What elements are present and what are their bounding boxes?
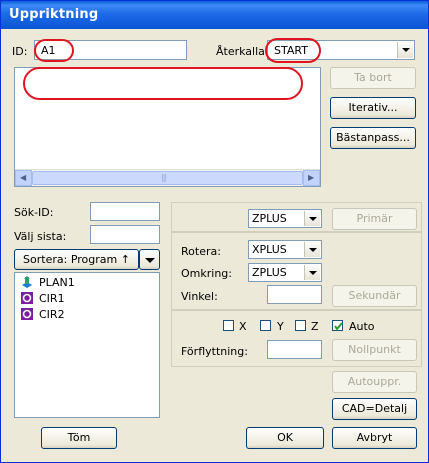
z-checkbox[interactable] <box>295 320 306 331</box>
z-label: Z <box>311 320 319 333</box>
feature-name: CIR2 <box>39 308 65 321</box>
feature-name: PLAN1 <box>39 276 75 289</box>
search-id-input[interactable] <box>90 202 160 221</box>
chevron-down-icon <box>145 258 155 263</box>
chevron-down-icon[interactable] <box>304 211 320 226</box>
alignment-dialog: Uppriktning ID: A1 Återkalla: START ◀ ||… <box>0 0 429 463</box>
chevron-right-icon: ▶ <box>308 173 315 182</box>
chevron-left-icon: ◀ <box>20 173 27 182</box>
scroll-left-button[interactable]: ◀ <box>15 170 32 186</box>
angle-label: Vinkel: <box>181 290 218 303</box>
annotation-circle-recall <box>265 38 321 63</box>
scroll-thumb[interactable]: ||| <box>32 171 303 185</box>
auto-checkbox[interactable] <box>332 320 343 331</box>
y-checkbox[interactable] <box>260 320 271 331</box>
bestfit-button[interactable]: Bästanpass... <box>330 127 416 149</box>
sort-button[interactable]: Sortera: Program ↑ <box>14 249 139 270</box>
level-axis-select[interactable]: ZPLUS <box>248 209 322 228</box>
chevron-down-icon[interactable] <box>397 42 413 58</box>
move-label: Förflyttning: <box>181 345 248 358</box>
cad-detail-button[interactable]: CAD=Detalj <box>332 398 417 420</box>
rotate-value: XPLUS <box>252 243 287 256</box>
select-last-input[interactable] <box>90 225 160 244</box>
horizontal-scrollbar[interactable]: ◀ ||| ▶ <box>15 169 320 186</box>
title-bar[interactable]: Uppriktning <box>1 1 428 29</box>
grip-icon: ||| <box>161 173 167 182</box>
annotation-circle-text <box>23 67 303 100</box>
window-title: Uppriktning <box>9 7 99 22</box>
secondary-button[interactable]: Sekundär <box>332 285 417 307</box>
feature-name: CIR1 <box>39 292 65 305</box>
rotate-select[interactable]: XPLUS <box>248 240 322 259</box>
cancel-button[interactable]: Avbryt <box>332 427 417 449</box>
auto-align-button[interactable]: Autouppr. <box>332 371 417 393</box>
checkmark-icon <box>334 322 343 331</box>
move-input[interactable] <box>267 340 322 359</box>
chevron-down-icon[interactable] <box>304 242 320 257</box>
auto-label: Auto <box>349 320 375 333</box>
chevron-down-icon[interactable] <box>304 265 320 280</box>
iterative-button[interactable]: Iterativ... <box>330 97 416 119</box>
around-label: Omkring: <box>181 267 232 280</box>
zero-point-button[interactable]: Nollpunkt <box>332 339 417 361</box>
plane-icon <box>22 276 32 288</box>
angle-input[interactable] <box>267 285 322 304</box>
recall-label: Återkalla: <box>216 45 269 58</box>
x-checkbox[interactable] <box>223 320 234 331</box>
select-last-label: Välj sista: <box>14 230 67 243</box>
y-label: Y <box>277 320 284 333</box>
delete-button[interactable]: Ta bort <box>330 67 416 89</box>
feature-list[interactable]: PLAN1 CIR1 CIR2 <box>14 272 160 418</box>
rotate-label: Rotera: <box>181 245 221 258</box>
primary-button[interactable]: Primär <box>332 208 417 230</box>
around-value: ZPLUS <box>252 266 287 279</box>
x-label: X <box>239 320 247 333</box>
scroll-right-button[interactable]: ▶ <box>303 170 320 186</box>
sort-dropdown-button[interactable] <box>139 249 160 270</box>
level-axis-value: ZPLUS <box>252 212 287 225</box>
ok-button[interactable]: OK <box>246 427 324 449</box>
circle-icon <box>21 308 33 320</box>
search-id-label: Sök-ID: <box>14 206 54 219</box>
annotation-circle-id <box>34 39 74 62</box>
id-label: ID: <box>12 45 28 58</box>
circle-icon <box>21 292 33 304</box>
around-select[interactable]: ZPLUS <box>248 263 322 282</box>
clear-button[interactable]: Töm <box>41 427 117 449</box>
